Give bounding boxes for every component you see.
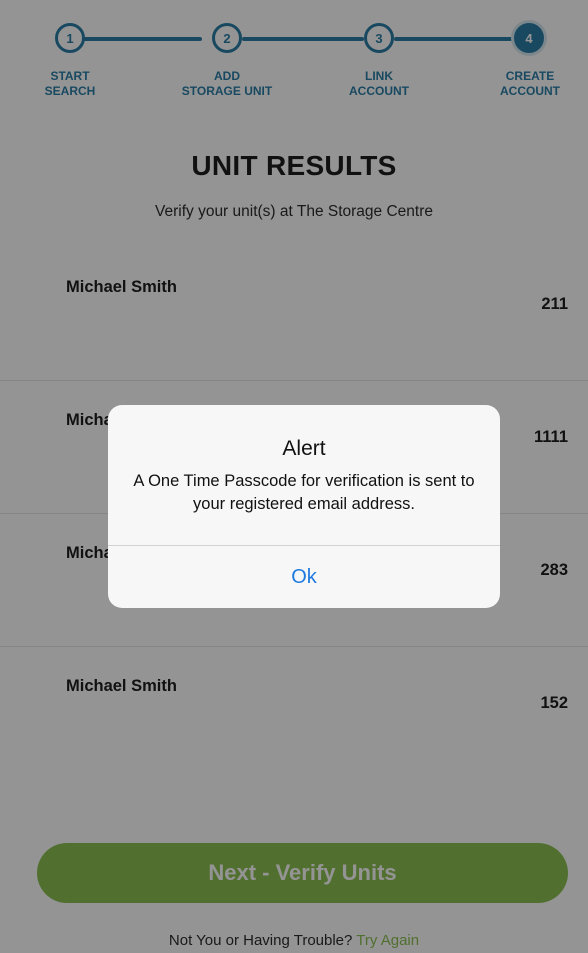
unit-results-screen: 1 2 3 4 START SEARCH ADD STORAGE UNIT LI… [0, 0, 588, 953]
alert-message: A One Time Passcode for verification is … [133, 472, 475, 513]
alert-ok-button[interactable]: Ok [108, 546, 500, 608]
alert-dialog: Alert A One Time Passcode for verificati… [108, 405, 500, 608]
alert-title: Alert [282, 437, 326, 460]
